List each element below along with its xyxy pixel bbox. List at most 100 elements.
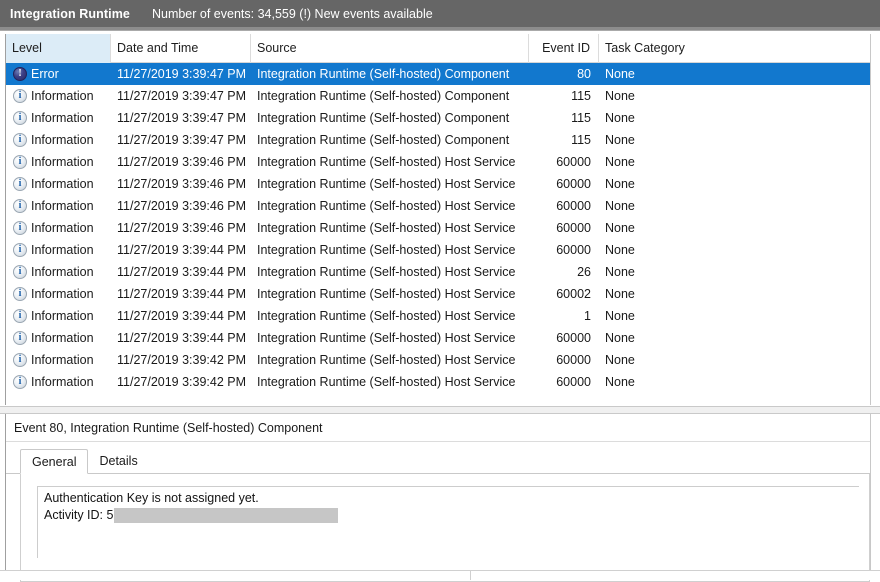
column-header-event-id[interactable]: Event ID: [529, 34, 599, 63]
event-log-banner: Integration Runtime Number of events: 34…: [0, 0, 880, 27]
cell-task-category: None: [599, 107, 869, 129]
cell-date-and-time: 11/27/2019 3:39:46 PM: [111, 151, 251, 173]
event-message-box[interactable]: Authentication Key is not assigned yet. …: [37, 486, 859, 558]
cell-event-id: 26: [529, 261, 599, 283]
event-list-pane: Level Date and Time Source Event ID Task…: [0, 32, 880, 407]
cell-event-id: 115: [529, 129, 599, 151]
level-label: Information: [31, 129, 94, 151]
information-icon: i: [13, 155, 27, 169]
column-header-level[interactable]: Level: [6, 34, 111, 63]
detail-body: Authentication Key is not assigned yet. …: [20, 474, 870, 582]
cell-task-category: None: [599, 217, 869, 239]
cell-event-id: 60000: [529, 327, 599, 349]
level-label: Information: [31, 173, 94, 195]
cell-date-and-time: 11/27/2019 3:39:44 PM: [111, 305, 251, 327]
table-row[interactable]: iInformation11/27/2019 3:39:44 PMIntegra…: [6, 327, 870, 349]
cell-event-id: 115: [529, 85, 599, 107]
cell-level: iInformation: [6, 151, 111, 173]
event-list-column-headers: Level Date and Time Source Event ID Task…: [6, 34, 870, 63]
cell-date-and-time: 11/27/2019 3:39:46 PM: [111, 173, 251, 195]
information-icon: i: [13, 375, 27, 389]
level-label: Error: [31, 63, 59, 85]
column-header-date-and-time[interactable]: Date and Time: [111, 34, 251, 63]
information-icon: i: [13, 133, 27, 147]
cell-date-and-time: 11/27/2019 3:39:47 PM: [111, 63, 251, 85]
error-icon: !: [13, 67, 27, 81]
cell-level: i Information: [6, 129, 111, 151]
cell-source: Integration Runtime (Self-hosted) Compon…: [251, 63, 529, 85]
cell-source: Integration Runtime (Self-hosted) Host S…: [251, 261, 529, 283]
cell-source: Integration Runtime (Self-hosted) Host S…: [251, 349, 529, 371]
cell-event-id: 1: [529, 305, 599, 327]
cell-source: Integration Runtime (Self-hosted) Compon…: [251, 85, 529, 107]
event-count-status[interactable]: Number of events: 34,559 (!) New events …: [152, 7, 433, 21]
cell-date-and-time: 11/27/2019 3:39:42 PM: [111, 371, 251, 393]
cell-source: Integration Runtime (Self-hosted) Compon…: [251, 107, 529, 129]
level-label: Information: [31, 305, 94, 327]
table-row[interactable]: iInformation11/27/2019 3:39:44 PMIntegra…: [6, 305, 870, 327]
column-header-task-category[interactable]: Task Category: [599, 34, 869, 63]
cell-event-id: 60000: [529, 349, 599, 371]
information-icon: i: [13, 331, 27, 345]
table-row[interactable]: iInformation11/27/2019 3:39:42 PMIntegra…: [6, 371, 870, 393]
cell-date-and-time: 11/27/2019 3:39:44 PM: [111, 283, 251, 305]
pane-splitter[interactable]: [0, 406, 880, 414]
cell-source: Integration Runtime (Self-hosted) Host S…: [251, 151, 529, 173]
information-icon: i: [13, 221, 27, 235]
column-header-source[interactable]: Source: [251, 34, 529, 63]
cell-level: ! Error: [6, 63, 111, 85]
table-row[interactable]: iInformation11/27/2019 3:39:46 PMIntegra…: [6, 173, 870, 195]
table-row[interactable]: iInformation11/27/2019 3:39:47 PMIntegra…: [6, 107, 870, 129]
cell-task-category: None: [599, 327, 869, 349]
table-row[interactable]: iInformation11/27/2019 3:39:46 PMIntegra…: [6, 151, 870, 173]
cell-source: Integration Runtime (Self-hosted) Host S…: [251, 371, 529, 393]
tab-details[interactable]: Details: [88, 449, 148, 474]
cell-level: iInformation: [6, 239, 111, 261]
cell-task-category: None: [599, 63, 869, 85]
cell-date-and-time: 11/27/2019 3:39:42 PM: [111, 349, 251, 371]
level-label: Information: [31, 261, 94, 283]
banner-divider: [0, 27, 880, 31]
cell-level: iInformation: [6, 305, 111, 327]
cell-date-and-time: 11/27/2019 3:39:46 PM: [111, 195, 251, 217]
information-icon: i: [13, 243, 27, 257]
table-row[interactable]: ! Error 11/27/2019 3:39:47 PMIntegration R…: [6, 63, 870, 85]
event-list-rows: !Error11/27/2019 3:39:47 PMIntegration R…: [6, 63, 870, 393]
information-icon: i: [13, 111, 27, 125]
table-row[interactable]: iInformation11/27/2019 3:39:42 PMIntegra…: [6, 349, 870, 371]
cell-event-id: 115: [529, 107, 599, 129]
table-row[interactable]: iInformation11/27/2019 3:39:47 PMIntegra…: [6, 129, 870, 151]
table-row[interactable]: iInformation11/27/2019 3:39:47 PMIntegra…: [6, 85, 870, 107]
page-title: Integration Runtime: [10, 7, 130, 21]
detail-tabstrip: General Details: [6, 448, 870, 474]
cell-level: iInformation: [6, 261, 111, 283]
cell-task-category: None: [599, 151, 869, 173]
cell-task-category: None: [599, 85, 869, 107]
table-row[interactable]: iInformation11/27/2019 3:39:46 PMIntegra…: [6, 217, 870, 239]
cell-event-id: 80: [529, 63, 599, 85]
cell-event-id: 60000: [529, 195, 599, 217]
bottom-strip-divider: [470, 570, 471, 580]
level-label: Information: [31, 107, 94, 129]
event-message-text: Authentication Key is not assigned yet.: [44, 490, 859, 507]
tab-general[interactable]: General: [20, 449, 88, 474]
cell-level: iInformation: [6, 173, 111, 195]
event-list-frame: Level Date and Time Source Event ID Task…: [5, 34, 871, 405]
cell-date-and-time: 11/27/2019 3:39:44 PM: [111, 261, 251, 283]
event-activity-id-row: Activity ID: 5: [44, 507, 859, 524]
cell-task-category: None: [599, 371, 869, 393]
table-row[interactable]: iInformation11/27/2019 3:39:44 PMIntegra…: [6, 239, 870, 261]
table-row[interactable]: iInformation11/27/2019 3:39:44 PMIntegra…: [6, 261, 870, 283]
cell-source: Integration Runtime (Self-hosted) Host S…: [251, 173, 529, 195]
table-row[interactable]: iInformation11/27/2019 3:39:46 PMIntegra…: [6, 195, 870, 217]
cell-source: Integration Runtime (Self-hosted) Compon…: [251, 129, 529, 151]
information-icon: i: [13, 89, 27, 103]
cell-task-category: None: [599, 305, 869, 327]
level-label: Information: [31, 349, 94, 371]
cell-source: Integration Runtime (Self-hosted) Host S…: [251, 283, 529, 305]
cell-level: iInformation: [6, 327, 111, 349]
cell-source: Integration Runtime (Self-hosted) Host S…: [251, 239, 529, 261]
cell-date-and-time: 11/27/2019 3:39:46 PM: [111, 217, 251, 239]
table-row[interactable]: iInformation11/27/2019 3:39:44 PMIntegra…: [6, 283, 870, 305]
bottom-strip: [0, 570, 880, 580]
